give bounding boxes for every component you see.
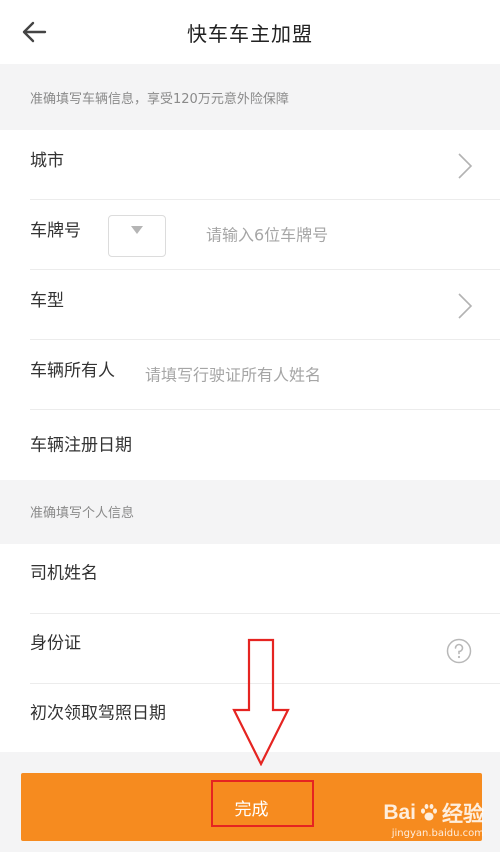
- chevron-right-icon: [458, 293, 473, 319]
- watermark-brand: Bai 经验: [383, 801, 484, 826]
- vehicle-info-form: 城市 车牌号 车型 车辆所有人 车辆注册日期: [0, 130, 500, 480]
- model-row[interactable]: 车型: [0, 270, 500, 340]
- plate-label: 车牌号: [30, 221, 81, 241]
- annotation-arrow-icon: [232, 638, 290, 766]
- back-arrow-icon: [22, 21, 47, 43]
- plate-province-select[interactable]: [108, 215, 166, 257]
- register-date-label: 车辆注册日期: [30, 435, 132, 456]
- driver-name-row[interactable]: 司机姓名: [0, 544, 500, 614]
- model-label: 车型: [30, 291, 64, 311]
- back-button[interactable]: [16, 14, 52, 50]
- annotation-highlight-box: [211, 780, 314, 827]
- license-date-label: 初次领取驾照日期: [30, 703, 166, 724]
- id-card-label: 身份证: [30, 633, 81, 654]
- help-icon[interactable]: [446, 638, 472, 664]
- driver-name-label: 司机姓名: [30, 563, 98, 584]
- top-bar: 快车车主加盟: [0, 0, 500, 64]
- page-title: 快车车主加盟: [187, 21, 313, 46]
- register-date-row[interactable]: 车辆注册日期: [0, 410, 500, 480]
- watermark-url: jingyan.baidu.com: [391, 828, 484, 839]
- plate-number-input[interactable]: [206, 225, 466, 245]
- plate-row: 车牌号: [0, 200, 500, 270]
- city-label: 城市: [30, 151, 64, 171]
- dropdown-triangle-icon: [131, 226, 143, 234]
- city-row[interactable]: 城市: [0, 130, 500, 200]
- personal-section-hint: 准确填写个人信息: [30, 505, 135, 521]
- baidu-watermark: Bai 经验 jingyan.baidu.com: [383, 798, 484, 839]
- owner-label: 车辆所有人: [30, 361, 115, 381]
- owner-row: 车辆所有人: [0, 340, 500, 410]
- paw-icon: [421, 804, 437, 821]
- owner-name-input[interactable]: [145, 365, 465, 385]
- vehicle-section-hint: 准确填写车辆信息，享受120万元意外险保障: [30, 91, 289, 107]
- chevron-right-icon: [458, 153, 473, 179]
